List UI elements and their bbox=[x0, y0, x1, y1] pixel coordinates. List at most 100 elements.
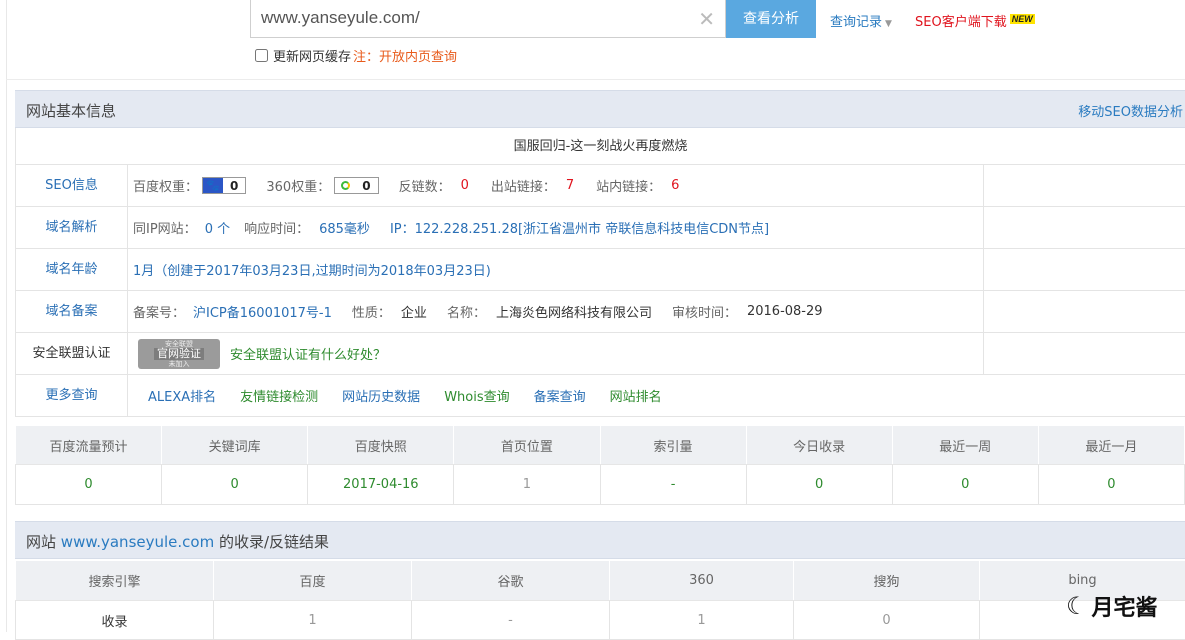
backlinks-value[interactable]: 0 bbox=[461, 178, 469, 193]
audit-label: 审核时间： bbox=[672, 302, 737, 321]
stats-value-row: 0 0 2017-04-16 1 - 0 0 0 bbox=[16, 465, 1185, 505]
update-cache-checkbox[interactable] bbox=[255, 49, 268, 62]
seo-info-row: SEO信息 百度权重： 🐾0 360权重： 0 反链数： 0 出站链接： 7 站… bbox=[15, 165, 1185, 207]
basic-info-table: 国服回归-这一刻战火再度燃烧 SEO信息 百度权重： 🐾0 360权重： 0 反… bbox=[15, 128, 1185, 417]
alliance-row: 安全联盟认证 安全联盟 官网验证 未加入 安全联盟认证有什么好处？ bbox=[15, 333, 1185, 375]
query-history-dropdown[interactable]: 查询记录▼ bbox=[830, 11, 892, 30]
search-input[interactable] bbox=[251, 0, 701, 36]
seo-info-values: 百度权重： 🐾0 360权重： 0 反链数： 0 出站链接： 7 站内链接： 6 bbox=[128, 165, 984, 206]
today-indexed-value[interactable]: 0 bbox=[746, 465, 892, 505]
watermark-logo: ☾ 月宅酱 bbox=[1066, 590, 1158, 622]
results-header: 网站 www.yanseyule.com 的收录/反链结果 bbox=[15, 521, 1185, 559]
stats-header: 索引量 bbox=[600, 426, 746, 465]
inlinks-value[interactable]: 6 bbox=[671, 178, 679, 193]
outlinks-label: 出站链接： bbox=[491, 176, 556, 195]
site-rank-link[interactable]: 网站排名 bbox=[610, 386, 662, 405]
icp-label[interactable]: 域名备案 bbox=[16, 291, 128, 332]
section-title: 网站基本信息 bbox=[26, 100, 116, 121]
seal-mid-text: 官网验证 bbox=[154, 348, 204, 360]
results-header-cell: 百度 bbox=[214, 561, 412, 601]
history-data-link[interactable]: 网站历史数据 bbox=[342, 386, 420, 405]
cache-option: 更新网页缓存 注：开放内页查询 bbox=[255, 46, 457, 65]
alliance-label: 安全联盟认证 bbox=[16, 333, 128, 374]
seo-info-label[interactable]: SEO信息 bbox=[16, 165, 128, 206]
icp-row: 域名备案 备案号： 沪ICP备16001017号-1 性质： 企业 名称： 上海… bbox=[15, 291, 1185, 333]
results-header-row: 搜索引擎 百度 谷歌 360 搜狗 bing bbox=[16, 561, 1185, 601]
dns-row: 域名解析 同IP网站： 0 个 响应时间： 685毫秒 IP：122.228.2… bbox=[15, 207, 1185, 249]
basic-info-header: 网站基本信息 移动SEO数据分析 bbox=[15, 90, 1185, 128]
weight-360-value: 0 bbox=[355, 179, 377, 193]
baidu-traffic-value[interactable]: 0 bbox=[16, 465, 162, 505]
outlinks-value[interactable]: 7 bbox=[566, 178, 574, 193]
results-title-suffix: 的收录/反链结果 bbox=[219, 533, 329, 551]
results-header-cell: 搜狗 bbox=[794, 561, 980, 601]
more-queries-links: ALEXA排名 友情链接检测 网站历史数据 Whois查询 备案查询 网站排名 bbox=[128, 375, 1185, 416]
results-header-cell: 谷歌 bbox=[412, 561, 610, 601]
results-domain-link[interactable]: www.yanseyule.com bbox=[61, 533, 214, 551]
seo-client-download-link[interactable]: SEO客户端下载NEW bbox=[915, 11, 1035, 30]
stats-header: 今日收录 bbox=[746, 426, 892, 465]
search-box[interactable]: ✕ bbox=[250, 0, 726, 38]
search-button[interactable]: 查看分析 bbox=[726, 0, 816, 38]
cache-note: 注：开放内页查询 bbox=[353, 46, 457, 65]
domain-age-value[interactable]: 1月（创建于2017年03月23日,过期时间为2018年03月23日) bbox=[133, 260, 491, 279]
response-value: 685毫秒 bbox=[319, 218, 370, 237]
watermark-text: 月宅酱 bbox=[1092, 590, 1158, 622]
weight-360-label: 360权重： bbox=[266, 176, 330, 195]
homepage-position-value: 1 bbox=[454, 465, 600, 505]
keyword-count-value[interactable]: 0 bbox=[162, 465, 308, 505]
stats-header: 最近一周 bbox=[892, 426, 1038, 465]
same-ip-label: 同IP网站： bbox=[133, 218, 197, 237]
sogou-indexed-value[interactable]: 0 bbox=[794, 601, 980, 640]
alliance-benefit-link[interactable]: 安全联盟认证有什么好处？ bbox=[230, 344, 386, 363]
last-week-value[interactable]: 0 bbox=[892, 465, 1038, 505]
icp-values: 备案号： 沪ICP备16001017号-1 性质： 企业 名称： 上海炎色网络科… bbox=[128, 291, 984, 332]
stats-header: 关键词库 bbox=[162, 426, 308, 465]
stats-header: 首页位置 bbox=[454, 426, 600, 465]
baidu-snapshot-value[interactable]: 2017-04-16 bbox=[308, 465, 454, 505]
alliance-values: 安全联盟 官网验证 未加入 安全联盟认证有什么好处？ bbox=[128, 333, 984, 374]
baidu-weight-badge[interactable]: 🐾0 bbox=[202, 177, 246, 194]
ip-value[interactable]: IP：122.228.251.28[浙江省温州市 帝联信息科技电信CDN节点] bbox=[390, 218, 769, 237]
company-label: 名称： bbox=[447, 302, 486, 321]
baidu-weight-label: 百度权重： bbox=[133, 176, 198, 195]
domain-age-label[interactable]: 域名年龄 bbox=[16, 249, 128, 290]
stats-header-row: 百度流量预计 关键词库 百度快照 首页位置 索引量 今日收录 最近一周 最近一月 bbox=[16, 426, 1185, 465]
stats-header: 百度快照 bbox=[308, 426, 454, 465]
last-month-value[interactable]: 0 bbox=[1038, 465, 1184, 505]
baidu-stats-table: 百度流量预计 关键词库 百度快照 首页位置 索引量 今日收录 最近一周 最近一月… bbox=[15, 425, 1185, 505]
left-border bbox=[6, 0, 7, 632]
icp-query-link[interactable]: 备案查询 bbox=[534, 386, 586, 405]
update-cache-label[interactable]: 更新网页缓存 bbox=[273, 46, 351, 65]
weight-360-badge[interactable]: 0 bbox=[334, 177, 378, 194]
icp-num-value[interactable]: 沪ICP备16001017号-1 bbox=[193, 302, 332, 321]
nature-label: 性质： bbox=[352, 302, 391, 321]
360-indexed-value: 1 bbox=[610, 601, 794, 640]
google-indexed-value: - bbox=[412, 601, 610, 640]
domain-age-row: 域名年龄 1月（创建于2017年03月23日,过期时间为2018年03月23日) bbox=[15, 249, 1185, 291]
index-results-table: 搜索引擎 百度 谷歌 360 搜狗 bing 收录 1 - 1 0 bbox=[15, 560, 1185, 640]
results-header-cell: 360 bbox=[610, 561, 794, 601]
same-ip-value[interactable]: 0 个 bbox=[205, 218, 230, 237]
caret-down-icon: ▼ bbox=[885, 19, 892, 29]
index-count-value[interactable]: - bbox=[600, 465, 746, 505]
360-logo-icon bbox=[335, 178, 355, 193]
seo-client-label: SEO客户端下载 bbox=[915, 15, 1007, 30]
baidu-weight-value: 0 bbox=[223, 179, 245, 193]
results-title-prefix: 网站 bbox=[26, 533, 56, 551]
row-label: 收录 bbox=[16, 601, 214, 640]
clear-icon[interactable]: ✕ bbox=[698, 7, 715, 31]
friend-link-check-link[interactable]: 友情链接检测 bbox=[240, 386, 318, 405]
whois-link[interactable]: Whois查询 bbox=[444, 386, 509, 405]
query-history-label: 查询记录 bbox=[830, 15, 882, 30]
alexa-rank-link[interactable]: ALEXA排名 bbox=[148, 386, 216, 405]
baidu-indexed-value: 1 bbox=[214, 601, 412, 640]
new-badge: NEW bbox=[1010, 14, 1035, 24]
results-title: 网站 www.yanseyule.com 的收录/反链结果 bbox=[26, 531, 329, 552]
mobile-seo-link[interactable]: 移动SEO数据分析 bbox=[1078, 101, 1183, 120]
backlinks-label: 反链数： bbox=[399, 176, 451, 195]
dns-label[interactable]: 域名解析 bbox=[16, 207, 128, 248]
seal-bottom-text: 未加入 bbox=[169, 360, 190, 368]
alliance-seal-badge[interactable]: 安全联盟 官网验证 未加入 bbox=[138, 339, 220, 369]
more-queries-label: 更多查询 bbox=[16, 375, 128, 416]
